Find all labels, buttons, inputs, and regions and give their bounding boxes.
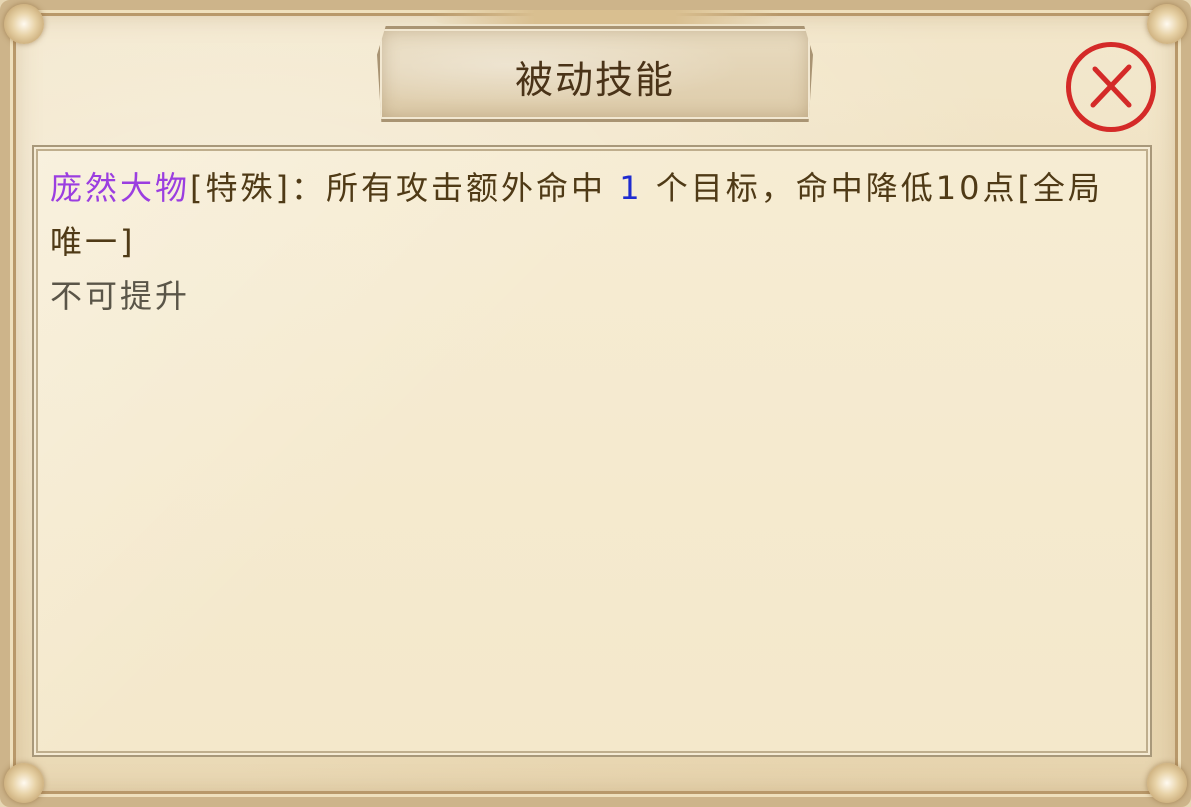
corner-ornament [4, 4, 44, 44]
close-x-icon [1090, 64, 1132, 108]
close-button[interactable] [1066, 42, 1156, 132]
corner-ornament [4, 763, 44, 803]
upgrade-status: 不可提升 [50, 277, 191, 315]
dialog-title: 被动技能 [514, 57, 675, 102]
top-ornament [430, 10, 780, 24]
title-plaque: 被动技能 [377, 26, 813, 122]
target-count: 1 [619, 169, 643, 207]
corner-ornament [1147, 763, 1187, 803]
corner-ornament [1147, 4, 1187, 44]
skill-tag: [特殊]： [190, 169, 326, 207]
skill-description: 庞然大物[特殊]：所有攻击额外命中 1 个目标，命中降低10点[全局唯一] [50, 161, 1130, 269]
skill-name: 庞然大物 [50, 169, 191, 207]
skill-description-panel: 庞然大物[特殊]：所有攻击额外命中 1 个目标，命中降低10点[全局唯一] 不可… [32, 145, 1152, 757]
skill-desc-part1: 所有攻击额外命中 [326, 169, 620, 207]
